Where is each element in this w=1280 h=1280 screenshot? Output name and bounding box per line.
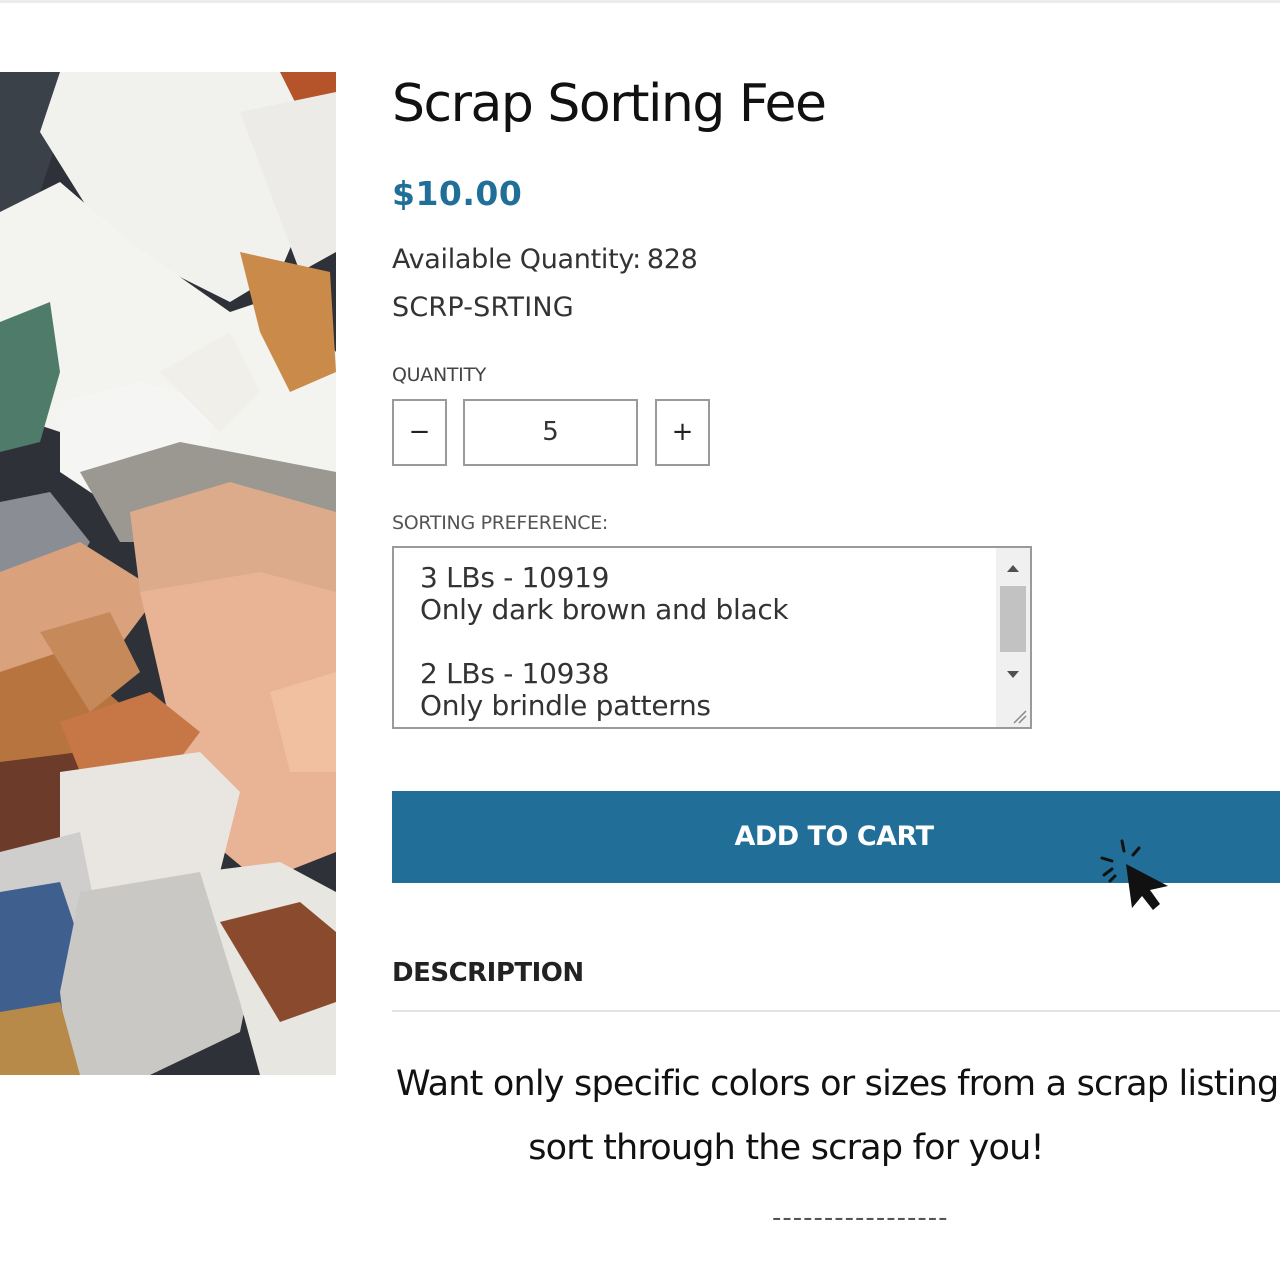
textarea-scrollbar[interactable] bbox=[996, 548, 1030, 727]
available-quantity: Available Quantity: 828 bbox=[392, 244, 698, 275]
scrollbar-thumb[interactable] bbox=[1000, 586, 1026, 652]
add-to-cart-label: ADD TO CART bbox=[734, 821, 934, 852]
sorting-line: 2 LBs - 10938 bbox=[420, 657, 610, 690]
add-to-cart-button[interactable]: ADD TO CART bbox=[392, 791, 1280, 883]
sorting-line: Only dark brown and black bbox=[420, 593, 789, 626]
scroll-up-arrow-icon[interactable] bbox=[996, 556, 1030, 580]
sorting-line bbox=[420, 626, 990, 658]
description-heading[interactable]: DESCRIPTION bbox=[392, 958, 584, 988]
quantity-increase-button[interactable]: + bbox=[655, 399, 710, 466]
description-line: Want only specific colors or sizes from … bbox=[396, 1064, 1280, 1104]
sorting-preference-label: SORTING PREFERENCE: bbox=[392, 512, 609, 534]
description-line: sort through the scrap for you! bbox=[392, 1116, 1280, 1180]
description-separator: ----------------- bbox=[772, 1203, 949, 1233]
scroll-down-arrow-icon[interactable] bbox=[996, 662, 1030, 686]
product-price: $10.00 bbox=[392, 174, 523, 213]
available-quantity-value: 828 bbox=[646, 244, 698, 275]
top-border bbox=[0, 0, 1280, 3]
product-title: Scrap Sorting Fee bbox=[392, 74, 827, 134]
available-quantity-label: Available Quantity: bbox=[392, 244, 641, 275]
description-divider bbox=[392, 1010, 1280, 1012]
product-sku: SCRP-SRTING bbox=[392, 292, 574, 323]
leather-scraps-photo bbox=[0, 72, 336, 1075]
quantity-label: QUANTITY bbox=[392, 364, 487, 386]
resize-grip-icon[interactable] bbox=[1010, 707, 1028, 725]
quantity-decrease-button[interactable]: − bbox=[392, 399, 447, 466]
sorting-preference-text: 3 LBs - 10919 Only dark brown and black … bbox=[420, 562, 990, 722]
quantity-input[interactable]: 5 bbox=[463, 399, 638, 466]
sorting-preference-textarea[interactable]: 3 LBs - 10919 Only dark brown and black … bbox=[392, 546, 1032, 729]
sorting-line: 3 LBs - 10919 bbox=[420, 561, 610, 594]
product-image[interactable] bbox=[0, 72, 336, 1075]
sorting-line: Only brindle patterns bbox=[420, 689, 711, 722]
description-line-text: sort through the scrap for you! bbox=[528, 1128, 1044, 1168]
